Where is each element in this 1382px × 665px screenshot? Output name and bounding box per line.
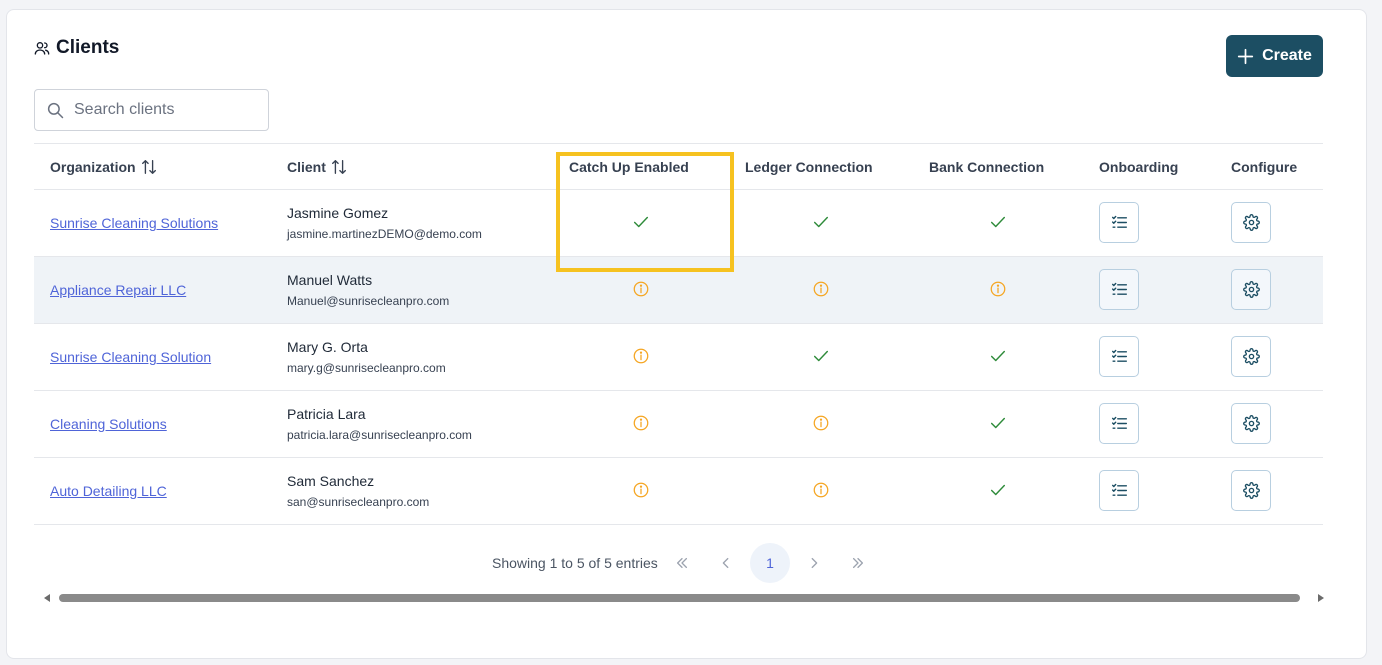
gear-icon: [1242, 482, 1260, 499]
info-warning-icon: [811, 480, 831, 500]
info-warning-icon: [631, 279, 651, 299]
col-organization[interactable]: Organization: [50, 144, 158, 190]
check-icon: [988, 480, 1008, 500]
search-icon: [47, 102, 64, 119]
chevron-right-icon: [811, 557, 818, 569]
client-name: Mary G. Orta: [287, 339, 368, 355]
scroll-left-arrow[interactable]: [44, 594, 50, 602]
search-input[interactable]: [74, 101, 244, 119]
onboarding-button[interactable]: [1099, 403, 1139, 444]
configure-button[interactable]: [1231, 202, 1271, 243]
info-warning-icon: [631, 480, 651, 500]
client-cell: Patricia Lara patricia.lara@sunrisecleanp…: [287, 406, 472, 442]
client-name: Sam Sanchez: [287, 473, 375, 489]
chevron-left-icon: [722, 557, 729, 569]
page-title-text: Clients: [56, 37, 120, 58]
users-icon: [34, 42, 50, 55]
client-name: Jasmine Gomez: [287, 205, 389, 221]
pagination: Showing 1 to 5 of 5 entries 1: [0, 543, 1382, 583]
table-row: Cleaning Solutions Patricia Lara patricia.…: [34, 391, 1323, 458]
onboarding-button[interactable]: [1099, 202, 1139, 243]
search-box: [34, 89, 269, 131]
client-name: Patricia Lara: [287, 406, 366, 422]
configure-button[interactable]: [1231, 470, 1271, 511]
check-icon: [811, 346, 831, 366]
page-title: Clients: [34, 37, 119, 59]
col-bank: Bank Connection: [929, 159, 1045, 175]
organization-link[interactable]: Cleaning Solutions: [50, 391, 167, 457]
checklist-icon: [1111, 415, 1128, 432]
last-page-button[interactable]: [842, 547, 874, 579]
organization-link[interactable]: Auto Detailing LLC: [50, 458, 167, 524]
client-email: Manuel@sunrisecleanpro.com: [287, 294, 450, 308]
check-icon: [988, 413, 1008, 433]
prev-page-button[interactable]: [710, 547, 742, 579]
check-icon: [988, 212, 1008, 232]
gear-icon: [1242, 214, 1260, 231]
first-page-button[interactable]: [666, 547, 698, 579]
checklist-icon: [1111, 281, 1128, 298]
client-name: Manuel Watts: [287, 272, 373, 288]
create-button-label: Create: [1262, 47, 1312, 64]
col-catch-up: Catch Up Enabled: [569, 159, 689, 175]
info-warning-icon: [631, 346, 651, 366]
col-organization-label: Organization: [50, 159, 136, 175]
client-cell: Jasmine Gomez jasmine.martinezDEMO@demo.c…: [287, 205, 482, 241]
info-warning-icon: [811, 279, 831, 299]
create-button[interactable]: Create: [1226, 35, 1323, 77]
chevrons-right-icon: [852, 557, 864, 569]
check-icon: [811, 212, 831, 232]
onboarding-button[interactable]: [1099, 336, 1139, 377]
scroll-right-arrow[interactable]: [1318, 594, 1324, 602]
col-configure: Configure: [1231, 159, 1298, 175]
organization-link[interactable]: Appliance Repair LLC: [50, 257, 186, 323]
info-warning-icon: [631, 413, 651, 433]
sort-icon: [141, 160, 156, 174]
client-email: patricia.lara@sunrisecleanpro.com: [287, 428, 472, 442]
col-ledger: Ledger Connection: [745, 159, 873, 175]
col-client[interactable]: Client: [287, 144, 348, 190]
gear-icon: [1242, 415, 1260, 432]
organization-link[interactable]: Sunrise Cleaning Solution: [50, 324, 211, 390]
client-cell: Mary G. Orta mary.g@sunrisecleanpro.com: [287, 339, 446, 375]
check-icon: [988, 346, 1008, 366]
info-warning-icon: [811, 413, 831, 433]
check-icon: [631, 212, 651, 232]
configure-button[interactable]: [1231, 269, 1271, 310]
checklist-icon: [1111, 348, 1128, 365]
table-row: Sunrise Cleaning Solutions Jasmine Gomez j…: [34, 190, 1323, 257]
table-header: Organization Client Catch Up Enabled Led…: [34, 143, 1323, 190]
gear-icon: [1242, 348, 1260, 365]
configure-button[interactable]: [1231, 403, 1271, 444]
table-body: Sunrise Cleaning Solutions Jasmine Gomez j…: [34, 190, 1323, 525]
page-button-1[interactable]: 1: [750, 543, 790, 583]
client-email: jasmine.martinezDEMO@demo.com: [287, 227, 482, 241]
pagination-info: Showing 1 to 5 of 5 entries: [492, 555, 658, 571]
configure-button[interactable]: [1231, 336, 1271, 377]
onboarding-button[interactable]: [1099, 269, 1139, 310]
col-client-label: Client: [287, 159, 326, 175]
info-warning-icon: [988, 279, 1008, 299]
checklist-icon: [1111, 214, 1128, 231]
table-row: Auto Detailing LLC Sam Sanchez san@sunrise…: [34, 458, 1323, 525]
client-cell: Sam Sanchez san@sunrisecleanpro.com: [287, 473, 429, 509]
scrollbar-thumb[interactable]: [59, 594, 1300, 602]
plus-icon: [1237, 48, 1254, 64]
client-email: san@sunrisecleanpro.com: [287, 495, 430, 509]
table-row: Appliance Repair LLC Manuel Watts Manuel@s…: [34, 257, 1323, 324]
sort-icon: [331, 160, 346, 174]
client-email: mary.g@sunrisecleanpro.com: [287, 361, 446, 375]
organization-link[interactable]: Sunrise Cleaning Solutions: [50, 190, 218, 256]
checklist-icon: [1111, 482, 1128, 499]
next-page-button[interactable]: [798, 547, 830, 579]
client-cell: Manuel Watts Manuel@sunrisecleanpro.com: [287, 272, 449, 308]
table-row: Sunrise Cleaning Solution Mary G. Orta mar…: [34, 324, 1323, 391]
horizontal-scrollbar[interactable]: [42, 590, 1332, 606]
gear-icon: [1242, 281, 1260, 298]
onboarding-button[interactable]: [1099, 470, 1139, 511]
col-onboarding: Onboarding: [1099, 159, 1179, 175]
chevrons-left-icon: [676, 557, 688, 569]
clients-table: Organization Client Catch Up Enabled Led…: [34, 143, 1323, 525]
